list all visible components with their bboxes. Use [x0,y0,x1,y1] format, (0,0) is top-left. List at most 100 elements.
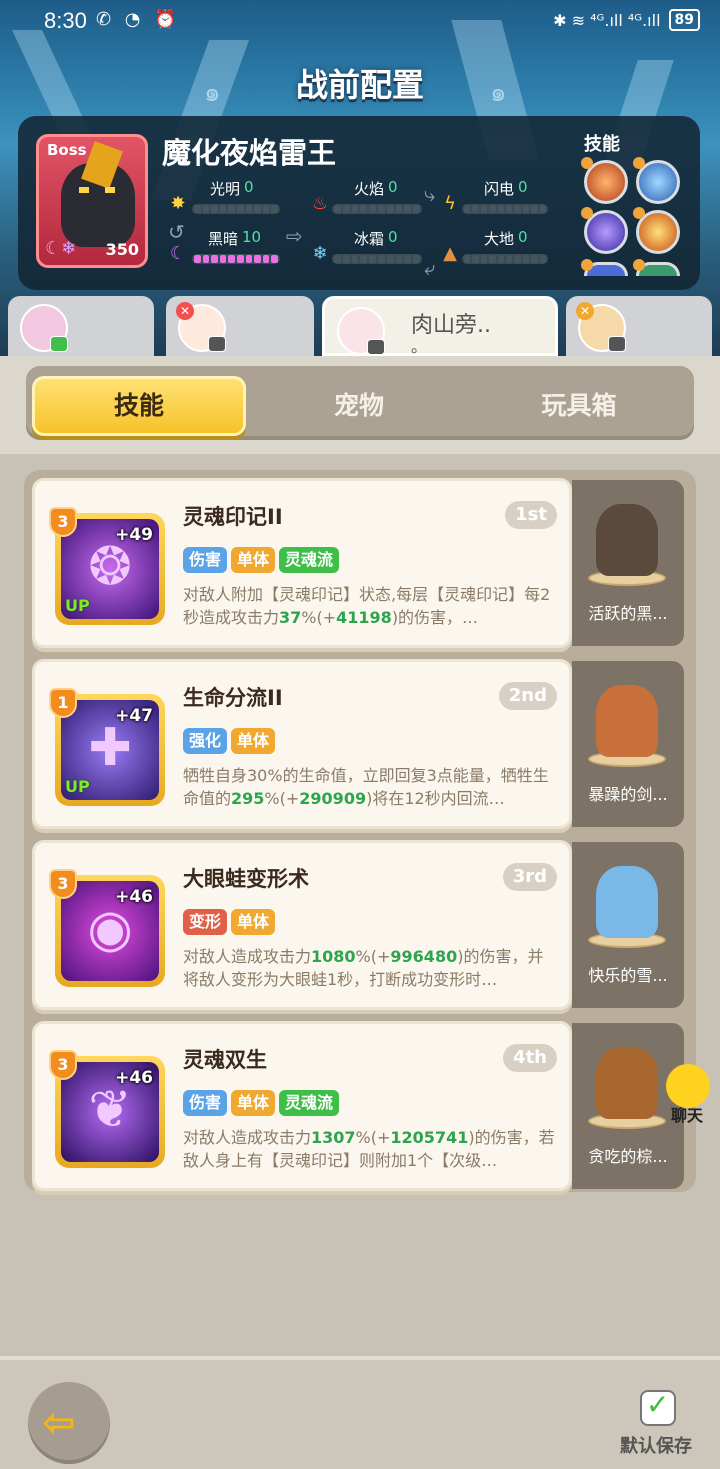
stat-label: 闪电 [484,180,515,198]
status-badge-icon [608,336,626,352]
skill-description-part: 290909 [299,789,367,808]
skill-tag: 强化 [183,728,228,754]
skill-name: 大眼蛙变形术 [183,867,309,891]
skill-description-part: 996480 [390,947,458,966]
stat-label: 黑暗 [208,230,239,248]
skill-level-badge: 3 [49,1050,77,1080]
skill-description-part: )将在12秒内回流… [366,789,505,808]
tab-skills[interactable]: 技能 [32,376,246,436]
skill-description-part: %(+ [355,947,391,966]
soul-flame-icon: ❂ [88,537,132,597]
stat-progress-bar [462,204,548,214]
skill-description-part: 1307 [311,1128,356,1147]
arrow-right-icon: ⤷ [424,182,436,206]
pet-name: 贪吃的棕... [588,1147,668,1166]
main-body: 技能 宠物 玩具箱 ❂ +49 UP 3 灵魂印记II 1st 伤害 单体 灵魂流 对敌人附加【灵… [0,356,720,1356]
pet-name: 快乐的雪... [588,966,668,985]
default-save-label: 默认保存 [620,1436,692,1457]
stat-value: 0 [388,178,398,196]
skill-card[interactable]: ❦ +46 3 灵魂双生 4th 伤害 单体 灵魂流 对敌人造成攻击力1307%(+120574… [32,1021,572,1191]
skill-description-part: 1205741 [390,1128,469,1147]
tab-pets[interactable]: 宠物 [252,376,466,436]
boss-portrait[interactable]: Boss ☾❄ 350 [36,134,148,268]
boss-skill-claw-icon[interactable] [581,157,628,204]
signal-icons: ✱ ≋ ⁴ᴳ.ıll ⁴ᴳ.ıll [553,10,661,30]
tab-strip: 技能 宠物 玩具箱 [0,356,720,454]
skill-bonus: +46 [115,887,153,907]
skill-description-part: 对敌人造成攻击力 [183,947,312,966]
skill-bonus: +47 [115,706,153,726]
battle-scene-background: 8:30 ✆ ◔ ⏰ ✱ ≋ ⁴ᴳ.ıll ⁴ᴳ.ıll 89 ๑ ๑ 战前配置… [0,0,720,360]
stat-progress-bar [462,254,548,264]
skill-name: 灵魂双生 [183,1048,267,1072]
skill-card[interactable]: ◉ +46 3 大眼蛙变形术 3rd 变形 单体对敌人造成攻击力1080%(+996480)… [32,840,572,1010]
boss-skill-lightning-icon[interactable] [633,157,680,204]
sun-icon: ✸ [170,193,186,214]
skill-tags: 强化 单体 [183,728,276,754]
chat-button[interactable]: 聊天 [664,1064,720,1125]
skill-rank: 4th [503,1044,557,1072]
page-title: 战前配置 [295,66,424,104]
pet-figure-icon [596,685,658,757]
skill-description-part: )的伤害，… [391,608,479,627]
stat-progress-bar [332,204,422,214]
status-badge-icon [50,336,68,352]
team-member-tab-active[interactable]: 肉山旁.. 。 [322,296,558,356]
lightning-icon: ϟ [444,193,456,214]
status-bar: 8:30 ✆ ◔ ⏰ ✱ ≋ ⁴ᴳ.ıll ⁴ᴳ.ıll 89 [0,0,720,44]
back-button[interactable]: ⇦ [28,1382,110,1464]
bottom-bar: ⇦ ✓ 默认保存 [0,1356,720,1469]
skill-tags: 伤害 单体 灵魂流 [183,547,340,573]
skill-level-badge: 3 [49,507,77,537]
boss-skill-flame-crown-icon[interactable] [633,207,680,254]
skill-tags: 伤害 单体 灵魂流 [183,1090,340,1116]
team-member-tab[interactable]: ✕ [166,296,314,356]
status-time: 8:30 [44,8,87,33]
skill-level-badge: 3 [49,869,77,899]
upgrade-badge: UP [65,777,90,796]
tab-toybox[interactable]: 玩具箱 [472,376,686,436]
skill-rank: 1st [505,501,557,529]
skill-list: ❂ +49 UP 3 灵魂印记II 1st 伤害 单体 灵魂流 对敌人附加【灵魂印记】状态,每层【… [24,470,696,1192]
skill-tag: 灵魂流 [279,547,340,573]
skill-description-part: 295 [231,789,265,808]
boss-skills-label: 技能 [584,134,620,155]
boss-tag: Boss [47,141,87,159]
frog-icon: ◉ [87,899,133,959]
boss-skill-partial-icon[interactable] [581,259,628,276]
upgrade-badge: UP [65,596,90,615]
skill-description-part: %(+ [301,608,337,627]
pet-slot[interactable]: 活跃的黑... [572,480,684,646]
skill-tag: 单体 [231,547,276,573]
boss-avatar-icon [61,163,135,247]
skill-description: 对敌人附加【灵魂印记】状态,每层【灵魂印记】每2秒造成攻击力37%(+41198… [183,583,559,649]
status-right: ✱ ≋ ⁴ᴳ.ıll ⁴ᴳ.ıll 89 [553,9,700,31]
chat-label: 聊天 [670,1106,703,1125]
skill-rank: 3rd [502,863,557,891]
class-badge-icon: ✕ [176,302,194,320]
skill-card[interactable]: ❂ +49 UP 3 灵魂印记II 1st 伤害 单体 灵魂流 对敌人附加【灵魂印记】状态,每层【… [32,478,572,648]
skill-name: 生命分流II [183,686,283,710]
team-member-tab[interactable]: ✕ [566,296,712,356]
team-member-tab[interactable] [8,296,154,356]
stat-value: 0 [244,178,254,196]
skill-card[interactable]: ✚ +47 UP 1 生命分流II 2nd 强化 单体 牺牲自身30%的生命值，立即回复3点能量… [32,659,572,829]
pet-slot[interactable]: 暴躁的剑... [572,661,684,827]
boss-skill-storm-icon[interactable] [581,207,628,254]
skill-tags: 变形 单体 [183,909,276,935]
skill-rank: 2nd [498,682,557,710]
default-save-checkbox[interactable]: ✓ [640,1388,676,1426]
skill-description: 牺牲自身30%的生命值，立即回复3点能量，牺牲生命值的295%(+290909)… [183,764,559,830]
stat-value: 10 [242,228,262,246]
skill-tag: 伤害 [183,1090,228,1116]
arrow-left-icon: ⇦ [42,1400,76,1446]
pet-slot[interactable]: 快乐的雪... [572,842,684,1008]
boss-level: 350 [105,240,139,259]
skill-description: 对敌人造成攻击力1307%(+1205741)的伤害，若敌人身上有【灵魂印记】则… [183,1126,559,1192]
tab-track: 技能 宠物 玩具箱 [26,366,694,440]
stat-value: 0 [518,228,528,246]
fire-icon: ♨ [311,193,329,214]
skill-description: 对敌人造成攻击力1080%(+996480)的伤害，并将敌人变形为大眼蛙1秒，打… [183,945,559,1011]
boss-skill-partial-icon[interactable] [633,259,680,276]
twin-flame-icon: ❦ [88,1080,132,1140]
